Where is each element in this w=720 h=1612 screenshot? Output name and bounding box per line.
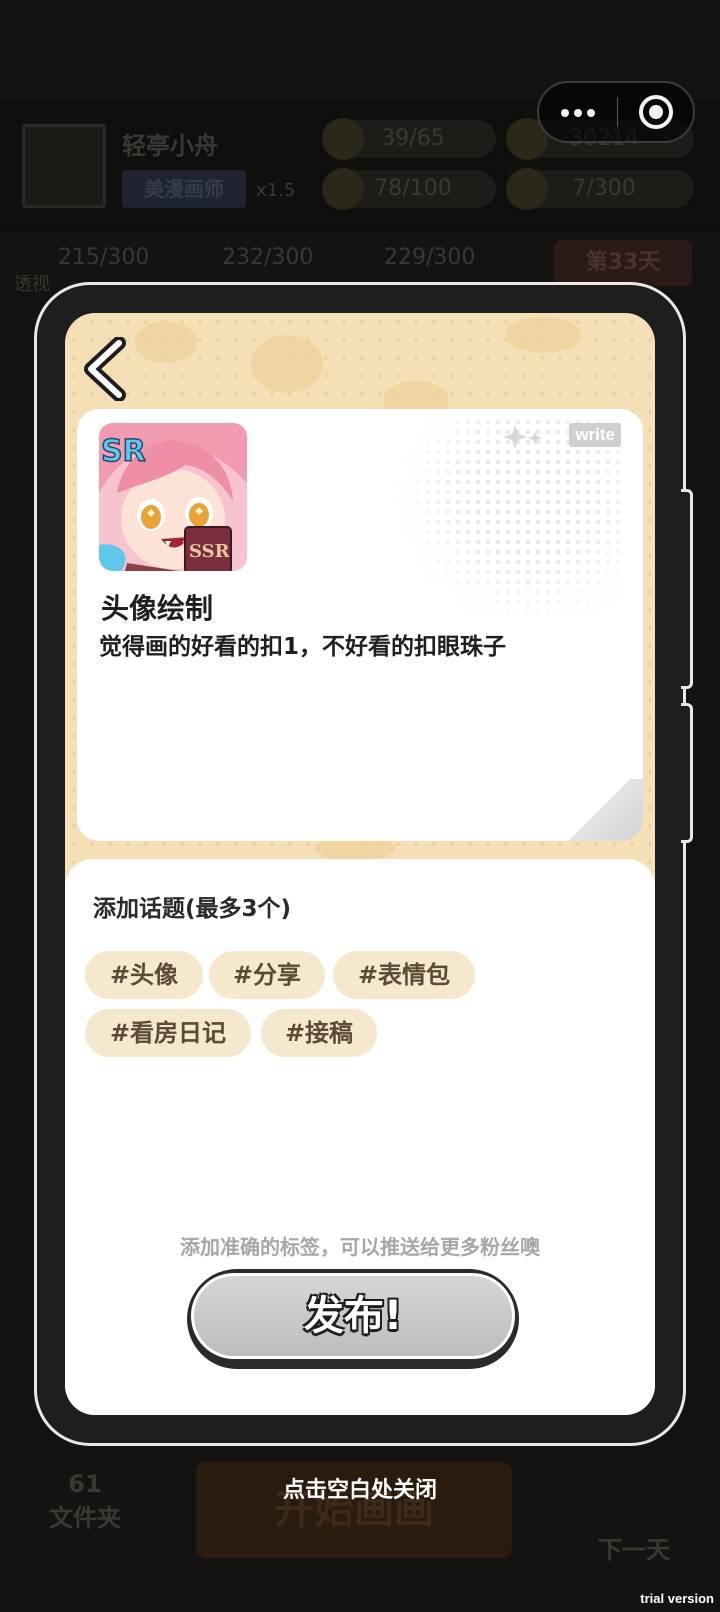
background-fans-value: 7/300 — [572, 176, 636, 201]
chevron-left-icon — [84, 336, 126, 402]
topic-tag-commission[interactable]: #接稿 — [261, 1009, 377, 1057]
decor-blob — [505, 317, 581, 353]
background-player-name: 轻亭小舟 — [122, 132, 218, 160]
background-next-day-label: 下一天 — [598, 1536, 670, 1564]
phone-side-button-upper — [681, 489, 693, 689]
background-mood-pill: 78/100 — [322, 168, 496, 210]
sparkle-icon — [503, 425, 542, 449]
topic-tag-avatar[interactable]: #头像 — [85, 951, 203, 999]
background-skill-stat-1: 215/300 — [58, 245, 150, 270]
publish-button[interactable]: 发布! — [187, 1269, 519, 1369]
background-skill-stat-2: 232/300 — [222, 245, 314, 270]
avatar-artwork-image[interactable]: SR SSR — [99, 423, 247, 571]
background-day-counter: 第33天 — [554, 240, 692, 286]
background-multiplier: x1.5 — [256, 180, 296, 201]
tap-outside-to-close[interactable]: 点击空白处关闭 — [0, 1472, 720, 1504]
background-skill-stat-3: 229/300 — [384, 245, 476, 270]
anime-girl-illustration: SR SSR — [99, 423, 247, 571]
back-button[interactable] — [79, 336, 135, 402]
more-options-button[interactable] — [539, 83, 617, 141]
topic-tag-share[interactable]: #分享 — [209, 951, 325, 999]
phone-side-button-lower — [681, 703, 693, 843]
trial-version-watermark: trial version — [640, 1591, 714, 1606]
background-avatar — [22, 124, 106, 208]
miniprogram-capsule — [537, 81, 695, 143]
topic-heading: 添加话题(最多3个) — [93, 896, 292, 922]
page-curl-decoration — [555, 779, 643, 841]
background-mood-value: 78/100 — [374, 176, 452, 201]
decor-blob — [251, 335, 323, 393]
phone-frame-modal: write SR SSR 头像绘制 觉得画的好看的扣1，不好看的扣眼珠子 添加话… — [34, 282, 693, 1446]
post-editor-screen: write SR SSR 头像绘制 觉得画的好看的扣1，不好看的扣眼珠子 添加话… — [65, 313, 655, 1415]
background-skill-label: 透视 — [14, 274, 50, 295]
tag-hint-text: 添加准确的标签，可以推送给更多粉丝噢 — [180, 1235, 540, 1259]
background-stamina-pill: 39/65 — [322, 118, 496, 160]
topic-tag-stickers[interactable]: #表情包 — [333, 951, 475, 999]
background-stamina-value: 39/65 — [381, 126, 445, 151]
exit-miniprogram-button[interactable] — [619, 83, 695, 141]
publish-button-label: 发布! — [191, 1273, 515, 1359]
post-text: 觉得画的好看的扣1，不好看的扣眼珠子 — [99, 634, 507, 660]
topic-sheet: 添加话题(最多3个) #头像 #分享 #表情包 #看房日记 #接稿 添加准确的标… — [65, 859, 655, 1415]
post-title: 头像绘制 — [101, 592, 214, 625]
phone-frame-body: write SR SSR 头像绘制 觉得画的好看的扣1，不好看的扣眼珠子 添加话… — [37, 285, 693, 1443]
write-badge: write — [569, 423, 621, 447]
capsule-divider — [617, 97, 618, 127]
topic-tag-house-diary[interactable]: #看房日记 — [85, 1009, 251, 1057]
background-title-badge: 美漫画师 — [122, 170, 246, 208]
decor-blob — [135, 321, 197, 363]
background-fans-pill: 7/300 — [506, 168, 694, 210]
post-preview-card: write SR SSR 头像绘制 觉得画的好看的扣1，不好看的扣眼珠子 — [77, 409, 643, 841]
svg-text:SR: SR — [101, 434, 146, 469]
svg-text:SSR: SSR — [189, 541, 231, 562]
